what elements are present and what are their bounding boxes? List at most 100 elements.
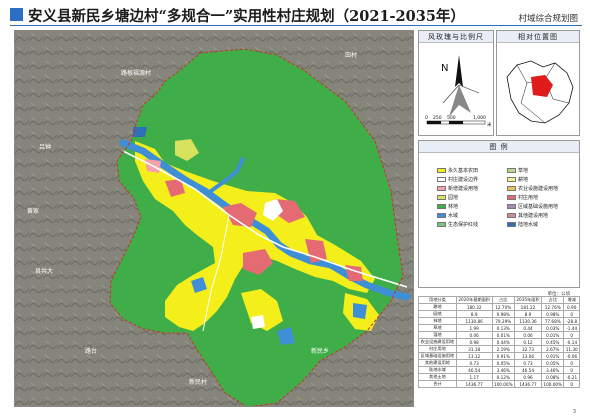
table-cell: -0.21 xyxy=(563,373,580,381)
table-cell: 12.76% xyxy=(541,303,565,311)
scale-tick: 1,000 xyxy=(473,115,486,121)
location-panel-title: 相对位置图 xyxy=(497,31,579,43)
legend-swatch xyxy=(437,204,446,209)
location-map xyxy=(506,60,574,124)
table-row: 村庄用地 31.18 2.19% 32.73 2.67% 11.30 xyxy=(418,345,580,353)
table-cell: 32.73 xyxy=(513,345,543,353)
table-cell: 0.08% xyxy=(541,373,565,381)
legend-swatch xyxy=(507,222,516,227)
table-cell: 0.12 xyxy=(513,338,543,346)
table-cell: 草地 xyxy=(418,324,457,332)
legend-label: 村庄用地 xyxy=(518,195,539,201)
legend-item: 区域基础设施用地 xyxy=(507,203,558,210)
map-canvas: 路根福源村 吕钟 黄家 县共大 新民村 路台 田村 新民乡 xyxy=(15,31,413,406)
location-panel: 相对位置图 xyxy=(496,30,580,136)
table-cell: 湿地 xyxy=(418,331,457,339)
legend-label: 水域 xyxy=(448,213,459,219)
table-cell: -28.8 xyxy=(563,317,580,325)
table-cell: 0.91% xyxy=(491,352,515,360)
legend-swatch xyxy=(437,177,446,182)
table-cell: 13.06 xyxy=(513,352,543,360)
legend-swatch xyxy=(437,186,446,191)
scale-tick: 0 xyxy=(425,115,428,121)
table-cell: 0.06 xyxy=(455,331,493,339)
place-label: 路根福源村 xyxy=(121,69,151,77)
legend-item: 林地 xyxy=(437,203,458,210)
legend-title: 图 例 xyxy=(419,141,579,153)
legend-label: 新增建设用地 xyxy=(448,186,479,192)
scale-panel-title: 风玫瑰与比例尺 xyxy=(419,31,493,43)
legend-swatch xyxy=(507,213,516,218)
legend-label: 村庄建设边界 xyxy=(448,177,479,183)
table-cell: 12.70% xyxy=(491,303,515,311)
table-cell: 农业设施建设用地 xyxy=(418,338,457,346)
table-cell: 0.98% xyxy=(491,310,515,318)
legend-item: 农业设施建设用地 xyxy=(507,185,558,192)
main-map[interactable]: 路根福源村 吕钟 黄家 县共大 新民村 路台 田村 新民乡 xyxy=(14,30,414,407)
legend-label: 永久基本农田 xyxy=(448,168,479,174)
table-cell: 13.12 xyxy=(455,352,493,360)
place-label: 新民乡 xyxy=(311,347,329,355)
table-header-cell: 占比 xyxy=(541,296,565,304)
legend-swatch xyxy=(437,168,446,173)
table-cell: 区域基础设施用地 xyxy=(418,352,457,360)
legend-item: 草地 xyxy=(507,167,528,174)
table-cell: 8.9 xyxy=(455,310,493,318)
table-cell: 1130.86 xyxy=(455,317,493,325)
table-cell: 合计 xyxy=(418,380,457,388)
title-accent-block xyxy=(10,8,23,21)
table-cell: 0.98 xyxy=(455,338,493,346)
legend-item: 村庄用地 xyxy=(507,194,538,201)
legend-swatch xyxy=(437,222,446,227)
north-letter: N xyxy=(441,63,448,74)
table-cell: 0 xyxy=(563,331,580,339)
legend-item: 耕地 xyxy=(507,176,528,183)
table-cell: 0.73 xyxy=(513,359,543,367)
table-cell: 0.98% xyxy=(541,310,565,318)
table-cell: 3.46% xyxy=(491,366,515,374)
legend-item: 新增建设用地 xyxy=(437,185,478,192)
table-cell: 0.06 xyxy=(513,331,543,339)
legend-label: 林地 xyxy=(448,204,459,210)
table-cell: 0.05% xyxy=(491,359,515,367)
land-use-table: 用地分类 2020年基期面积 占比 2035年面积 占比 增减 耕地 180.32… xyxy=(418,296,580,402)
place-label: 路台 xyxy=(85,347,97,355)
legend-swatch xyxy=(507,177,516,182)
place-label: 新民村 xyxy=(189,378,207,386)
pond-4 xyxy=(133,127,147,137)
scale-tick: 500 xyxy=(447,115,456,121)
table-cell: 0.13% xyxy=(491,324,515,332)
legend-item: 生态保护红线 xyxy=(437,221,478,228)
table-cell: 0.03% xyxy=(541,324,565,332)
page-title: 安义县新民乡塘边村“多规合一”实用性村庄规划（2021-2035年） xyxy=(28,8,465,25)
legend-label: 陆地水域 xyxy=(518,222,539,228)
place-label: 黄家 xyxy=(27,207,39,215)
legend-item: 园地 xyxy=(437,194,458,201)
table-cell: -1.44 xyxy=(563,324,580,332)
table-cell: 0.05% xyxy=(541,359,565,367)
page-number: 3 xyxy=(572,409,576,415)
table-cell: 0 xyxy=(563,310,580,318)
table-cell: 陆地水域 xyxy=(418,366,457,374)
table-cell: 1436.77 xyxy=(455,380,493,388)
table-cell: 0.73 xyxy=(455,359,493,367)
table-row: 区域基础设施用地 13.12 0.91% 13.06 0.91% -0.06 xyxy=(418,352,580,360)
table-cell: 林地 xyxy=(418,317,457,325)
table-row: 合计 1436.77 100.00% 1436.77 100.00% 0 xyxy=(418,380,580,388)
table-cell: 园地 xyxy=(418,310,457,318)
table-cell: 31.18 xyxy=(455,345,493,353)
table-cell: 0.12% xyxy=(491,373,515,381)
table-cell: -0.06 xyxy=(563,352,580,360)
table-row: 耕地 180.32 12.70% 181.22 12.76% 0.90 xyxy=(418,303,580,311)
north-arrow-icon xyxy=(455,55,463,87)
table-cell: 其他土地 xyxy=(418,373,457,381)
table-header-cell: 2035年面积 xyxy=(513,296,543,304)
table-cell: 1436.77 xyxy=(513,380,543,388)
infrastructure-land-2 xyxy=(251,315,265,329)
table-cell: 2.19% xyxy=(491,345,515,353)
header: 安义县新民乡塘边村“多规合一”实用性村庄规划（2021-2035年） 村域综合规… xyxy=(0,0,590,28)
legend-swatch xyxy=(437,213,446,218)
legend-item: 永久基本农田 xyxy=(437,167,478,174)
table-row: 草地 1.99 0.13% 0.44 0.03% -1.44 xyxy=(418,324,580,332)
table-row: 其他土地 1.17 0.12% 0.96 0.08% -0.21 xyxy=(418,373,580,381)
